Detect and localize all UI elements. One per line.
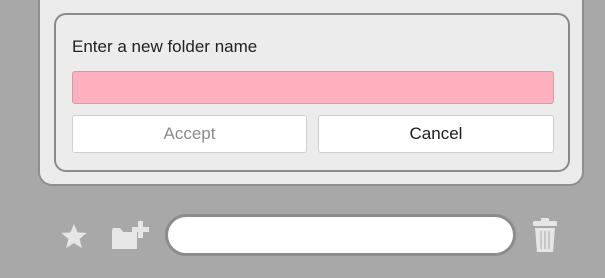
dialog-prompt: Enter a new folder name [72,37,258,56]
folder-name-input[interactable] [72,71,554,104]
star-icon[interactable] [60,222,88,250]
cancel-button[interactable]: Cancel [318,115,554,153]
new-folder-icon[interactable] [109,220,151,252]
accept-button[interactable]: Accept [72,115,307,153]
toolbar-text-field[interactable] [165,214,516,256]
new-folder-dialog: Enter a new folder name Accept Cancel [54,13,570,172]
stage: Enter a new folder name Accept Cancel [0,0,605,278]
trash-icon[interactable] [530,218,560,254]
